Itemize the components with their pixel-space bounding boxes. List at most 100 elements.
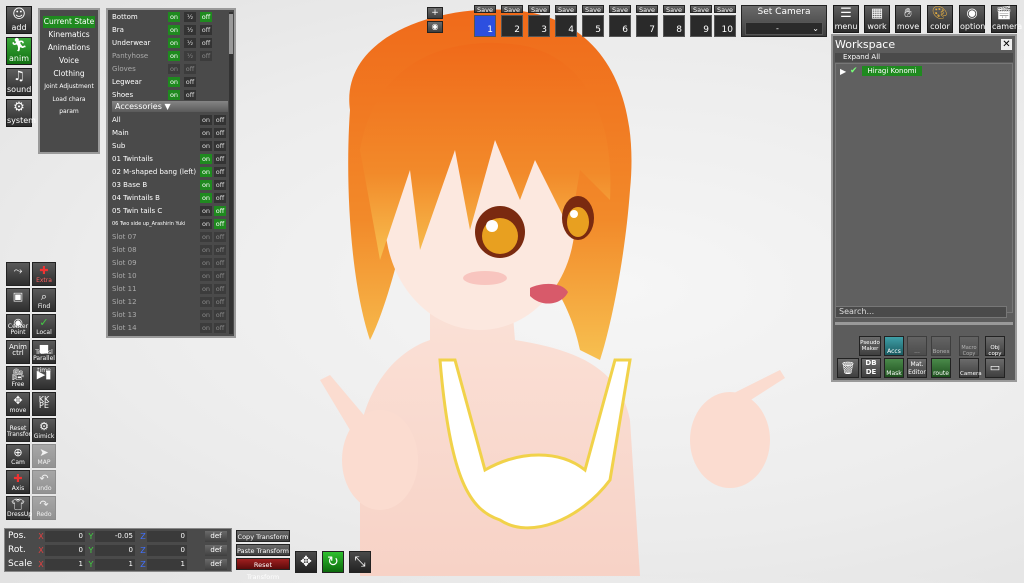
on-toggle[interactable]: on: [168, 51, 180, 61]
move-view-button[interactable]: ✋︎ move: [895, 5, 921, 33]
option-button[interactable]: ◉ option: [959, 5, 985, 33]
work-button[interactable]: ▦ work: [864, 5, 890, 33]
cam-button[interactable]: ⊕ Cam: [6, 444, 30, 468]
pseudo-maker-button[interactable]: Pseudo Maker: [859, 336, 881, 356]
scale-default-button[interactable]: def: [205, 559, 227, 570]
clapper-icon[interactable]: 5: [582, 15, 604, 37]
local-button[interactable]: ✓ Local: [32, 314, 56, 338]
off-toggle[interactable]: off: [214, 180, 226, 190]
save-slot-8[interactable]: Save 8: [663, 5, 685, 37]
save-slot-9[interactable]: Save 9: [690, 5, 712, 37]
off-toggle[interactable]: off: [200, 38, 212, 48]
anim-ctrl-button[interactable]: Anim ctrl: [6, 340, 30, 364]
copy-transform-button[interactable]: Copy Transform: [236, 530, 290, 542]
free-camera-button[interactable]: 🎥︎ Free: [6, 366, 30, 390]
half-toggle[interactable]: ½: [184, 38, 196, 48]
character-viewport[interactable]: [280, 0, 840, 576]
reset-transform-button[interactable]: Reset Transform: [236, 558, 290, 581]
chart-button[interactable]: ...: [907, 336, 927, 356]
off-toggle[interactable]: off: [214, 284, 226, 294]
anim-button[interactable]: 🏃︎ anim: [6, 37, 32, 65]
off-toggle[interactable]: off: [184, 90, 196, 100]
category-kinematics[interactable]: Kinematics: [43, 29, 95, 41]
off-toggle[interactable]: off: [214, 219, 226, 229]
pos-y-input[interactable]: -0.05: [95, 531, 135, 542]
clapper-icon[interactable]: 7: [636, 15, 658, 37]
off-toggle[interactable]: off: [214, 141, 226, 151]
category-load-chara-param[interactable]: Load chara param: [43, 94, 95, 115]
system-button[interactable]: ⚙ system: [6, 99, 36, 127]
search-input[interactable]: Search...: [835, 306, 1007, 318]
half-toggle[interactable]: ½: [184, 25, 196, 35]
off-toggle[interactable]: off: [184, 64, 196, 74]
reset-transform-tool-button[interactable]: Reset Transform: [6, 418, 37, 442]
save-slot-6[interactable]: Save 6: [609, 5, 631, 37]
mat-editor-button[interactable]: Mat. Editor: [907, 358, 927, 378]
off-toggle[interactable]: off: [214, 193, 226, 203]
off-toggle[interactable]: off: [214, 206, 226, 216]
save-slot-10[interactable]: Save 10: [714, 5, 736, 37]
move-button[interactable]: ✥ move: [6, 392, 30, 416]
on-toggle[interactable]: on: [200, 115, 212, 125]
add-view-button[interactable]: +: [427, 7, 443, 19]
on-toggle[interactable]: on: [200, 167, 212, 177]
clapper-icon[interactable]: 4: [555, 15, 577, 37]
folder-button[interactable]: ▭: [985, 358, 1005, 378]
rot-x-input[interactable]: 0: [45, 545, 85, 556]
add-button[interactable]: ☺ add: [6, 6, 32, 34]
transl-parallel-button[interactable]: ■ Transl Parallel: [32, 340, 56, 364]
route-button[interactable]: route: [931, 358, 951, 378]
paste-transform-button[interactable]: Paste Transform: [236, 544, 290, 556]
category-current-state[interactable]: Current State: [43, 16, 95, 28]
center-point-button[interactable]: ◉ Center Point: [6, 314, 30, 338]
mask-button[interactable]: Mask: [884, 358, 904, 378]
off-toggle[interactable]: off: [184, 77, 196, 87]
redo-button[interactable]: ↷ Redo: [32, 496, 56, 520]
color-button[interactable]: 🎨︎ color: [927, 5, 953, 33]
on-toggle[interactable]: on: [200, 206, 212, 216]
on-toggle[interactable]: on: [168, 25, 180, 35]
off-toggle[interactable]: off: [214, 323, 226, 333]
rot-z-input[interactable]: 0: [147, 545, 187, 556]
camera-button[interactable]: 🎬︎ camera: [991, 5, 1022, 33]
off-toggle[interactable]: off: [200, 12, 212, 22]
off-toggle[interactable]: off: [214, 271, 226, 281]
off-toggle[interactable]: off: [200, 51, 212, 61]
extra-button[interactable]: ✚ Extra: [32, 262, 56, 286]
half-toggle[interactable]: ½: [184, 51, 196, 61]
on-toggle[interactable]: on: [200, 310, 212, 320]
category-voice[interactable]: Voice: [43, 55, 95, 67]
pos-x-input[interactable]: 0: [45, 531, 85, 542]
close-icon[interactable]: ✕: [1001, 39, 1012, 50]
on-toggle[interactable]: on: [168, 77, 180, 87]
off-toggle[interactable]: off: [214, 245, 226, 255]
off-toggle[interactable]: off: [214, 232, 226, 242]
save-slot-7[interactable]: Save 7: [636, 5, 658, 37]
category-joint-adjustment[interactable]: Joint Adjustment: [43, 81, 95, 93]
on-toggle[interactable]: on: [200, 258, 212, 268]
on-toggle[interactable]: on: [200, 180, 212, 190]
off-toggle[interactable]: off: [214, 258, 226, 268]
map-button[interactable]: ➤ MAP: [32, 444, 56, 468]
on-toggle[interactable]: on: [200, 219, 212, 229]
dressup-button[interactable]: 👕︎ DressUp: [6, 496, 32, 520]
on-toggle[interactable]: on: [200, 284, 212, 294]
axis-button[interactable]: ✚ Axis: [6, 470, 30, 494]
time-button[interactable]: ▶▮ time: [32, 366, 56, 390]
save-slot-3[interactable]: Save 3: [528, 5, 550, 37]
rot-y-input[interactable]: 0: [95, 545, 135, 556]
undo-button[interactable]: ↶ undo: [32, 470, 56, 494]
clapper-icon[interactable]: 2: [501, 15, 523, 37]
off-toggle[interactable]: off: [214, 167, 226, 177]
gimick-button[interactable]: ⚙ Gimick: [32, 418, 56, 442]
sound-button[interactable]: ♫ sound: [6, 68, 32, 96]
macro-copy-button[interactable]: Macro Copy: [959, 336, 979, 357]
on-toggle[interactable]: on: [200, 271, 212, 281]
save-slot-1[interactable]: Save 1: [474, 5, 496, 37]
scale-gizmo-button[interactable]: ⤡: [349, 551, 371, 573]
on-toggle[interactable]: on: [200, 297, 212, 307]
off-toggle[interactable]: off: [214, 154, 226, 164]
move-gizmo-button[interactable]: ✥: [295, 551, 317, 573]
obj-copy-button[interactable]: Obj copy: [985, 336, 1005, 357]
save-slot-4[interactable]: Save 4: [555, 5, 577, 37]
